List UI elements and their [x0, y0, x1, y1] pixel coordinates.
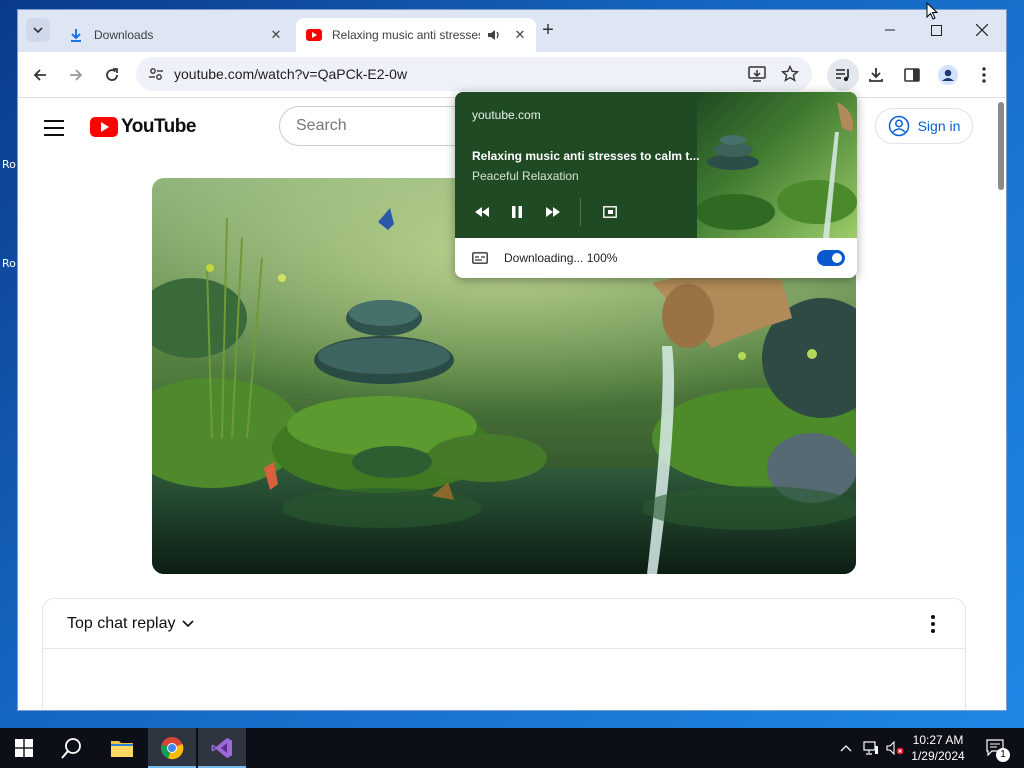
picture-in-picture-icon	[603, 206, 617, 218]
tab-title: Downloads	[94, 28, 154, 42]
youtube-logo[interactable]: YouTube	[90, 116, 196, 138]
media-origin: youtube.com	[472, 108, 541, 122]
tab-search-button[interactable]	[26, 18, 50, 42]
more-vertical-icon	[982, 67, 986, 83]
account-circle-icon	[888, 115, 909, 137]
action-center-button[interactable]: 1	[978, 728, 1014, 768]
arrow-left-icon	[33, 69, 46, 81]
picture-in-picture-button[interactable]	[600, 202, 620, 222]
close-tab-icon[interactable]: ✕	[268, 27, 284, 43]
network-button[interactable]	[860, 728, 882, 768]
media-now-playing: youtube.com Relaxing music anti stresses…	[455, 92, 857, 238]
search-placeholder: Search	[296, 117, 347, 134]
address-bar[interactable]: youtube.com/watch?v=QaPCk-E2-0w	[136, 57, 812, 91]
site-info-icon[interactable]	[148, 66, 164, 87]
media-artwork-image	[697, 92, 857, 238]
folder-icon	[111, 741, 133, 757]
bookmark-star-icon[interactable]	[780, 64, 800, 88]
media-title: Relaxing music anti stresses to calm t..…	[472, 149, 700, 163]
rewind-icon	[475, 207, 489, 217]
show-hidden-icons-button[interactable]	[836, 728, 856, 768]
youtube-play-icon	[90, 117, 118, 137]
profile-button[interactable]	[936, 63, 960, 87]
chat-panel: Top chat replay	[42, 598, 966, 710]
chevron-down-icon	[181, 619, 194, 627]
hamburger-menu-icon[interactable]	[44, 120, 64, 136]
page-scrollbar[interactable]	[998, 102, 1004, 190]
chat-header[interactable]: Top chat replay	[43, 599, 965, 649]
chevron-up-icon	[840, 745, 852, 752]
tab-downloads[interactable]: Downloads ✕	[58, 18, 292, 52]
tab-strip: Downloads ✕ Relaxing music anti stresses…	[18, 10, 1006, 52]
live-caption-toggle[interactable]	[817, 250, 845, 266]
chat-header-label: Top chat replay	[67, 614, 176, 632]
visual-studio-taskbar-button[interactable]	[198, 728, 246, 768]
maximize-button[interactable]	[916, 18, 956, 42]
desktop-icon-label[interactable]: Ro	[2, 158, 16, 171]
start-button[interactable]	[0, 728, 48, 768]
download-icon	[68, 27, 84, 43]
notification-count-badge: 1	[996, 748, 1010, 762]
tab-title: Relaxing music anti stresses	[332, 28, 480, 42]
pause-button[interactable]	[507, 202, 527, 222]
pause-icon	[512, 206, 522, 218]
download-status: Downloading... 100%	[504, 251, 618, 265]
close-window-button[interactable]	[962, 18, 1002, 42]
reload-icon	[106, 68, 118, 81]
profile-icon	[938, 65, 958, 85]
install-app-icon[interactable]	[748, 65, 766, 88]
sign-in-label: Sign in	[917, 118, 961, 134]
music-queue-icon	[836, 69, 849, 82]
side-panel-button[interactable]	[900, 63, 924, 87]
youtube-icon	[306, 27, 322, 43]
captions-icon	[472, 252, 488, 264]
chevron-down-icon	[33, 27, 43, 33]
sign-in-button[interactable]: Sign in	[875, 108, 973, 144]
chrome-taskbar-button[interactable]	[148, 728, 196, 768]
close-icon	[976, 24, 988, 36]
speaker-icon[interactable]	[486, 27, 502, 43]
chrome-icon	[161, 737, 184, 760]
fast-forward-icon	[546, 207, 560, 217]
minimize-button[interactable]	[870, 18, 910, 42]
taskbar-search-button[interactable]	[48, 728, 96, 768]
rewind-button[interactable]	[472, 202, 492, 222]
windows-logo-icon	[15, 739, 33, 757]
desktop-icon-label[interactable]: Ro	[2, 257, 16, 270]
media-control-button[interactable]	[827, 59, 859, 91]
clock-date: 1/29/2024	[911, 749, 965, 763]
new-tab-button[interactable]: +	[538, 20, 558, 41]
tab-youtube-video[interactable]: Relaxing music anti stresses ✕	[296, 18, 536, 52]
file-explorer-button[interactable]	[98, 728, 146, 768]
browser-menu-button[interactable]	[972, 63, 996, 87]
chat-more-options-icon[interactable]	[923, 613, 943, 635]
media-artist: Peaceful Relaxation	[472, 169, 579, 183]
mouse-cursor-icon	[926, 2, 938, 20]
maximize-icon	[930, 24, 942, 36]
fast-forward-button[interactable]	[543, 202, 563, 222]
search-icon	[61, 738, 81, 759]
minimize-icon	[885, 29, 895, 31]
downloads-button[interactable]	[864, 63, 888, 87]
arrow-right-icon	[70, 69, 83, 81]
forward-button[interactable]	[64, 63, 88, 87]
media-divider	[580, 198, 581, 226]
taskbar: 10:27 AM 1/29/2024 1	[0, 728, 1024, 768]
taskbar-clock[interactable]: 10:27 AM 1/29/2024	[902, 732, 974, 764]
back-button[interactable]	[28, 63, 52, 87]
visual-studio-icon	[211, 738, 232, 758]
download-icon	[869, 68, 883, 82]
media-controls-popup: youtube.com Relaxing music anti stresses…	[455, 92, 857, 278]
url-text: youtube.com/watch?v=QaPCk-E2-0w	[174, 66, 408, 82]
live-caption-row: Downloading... 100%	[455, 238, 857, 278]
close-tab-icon[interactable]: ✕	[512, 27, 528, 43]
youtube-logo-text: YouTube	[121, 116, 196, 137]
reload-button[interactable]	[100, 63, 124, 87]
clock-time: 10:27 AM	[912, 733, 964, 747]
network-icon	[863, 741, 878, 755]
side-panel-icon	[904, 68, 920, 82]
